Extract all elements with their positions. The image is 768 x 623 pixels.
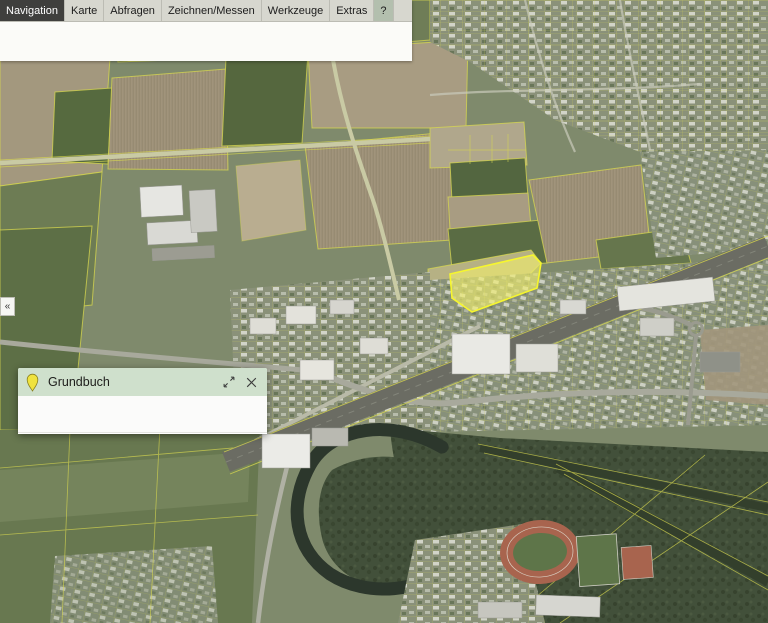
sidebar-collapse-button[interactable]: « [0, 297, 15, 316]
map-canvas[interactable] [0, 0, 768, 623]
result-pin-icon [26, 373, 39, 392]
menu-tab-karte[interactable]: Karte [65, 0, 104, 21]
gis-app: NavigationKarteAbfragenZeichnen/MessenWe… [0, 0, 768, 623]
expand-icon [222, 375, 236, 389]
panel-close-button[interactable] [244, 375, 259, 390]
map-terrain [0, 0, 768, 623]
panel-rows [18, 433, 267, 434]
menu-tab-werkzeuge[interactable]: Werkzeuge [262, 0, 330, 21]
toolbar-button-gesamter-kartenauss[interactable] [4, 25, 44, 26]
panel-expand-button[interactable] [222, 375, 236, 389]
top-bar: NavigationKarteAbfragenZeichnen/MessenWe… [0, 0, 412, 61]
menu-tab-navigation[interactable]: Navigation [0, 0, 65, 21]
menu-bar: NavigationKarteAbfragenZeichnen/MessenWe… [0, 0, 412, 22]
main-toolbar [0, 22, 412, 61]
panel-toolbar [18, 396, 267, 433]
close-icon [244, 375, 259, 390]
panel-title: Grundbuch [48, 375, 214, 389]
menu-tab-zeichnen-messen[interactable]: Zeichnen/Messen [162, 0, 262, 21]
grundbuch-panel: Grundbuch [18, 368, 267, 434]
menu-tab-abfragen[interactable]: Abfragen [104, 0, 162, 21]
menu-tab-extras[interactable]: Extras [330, 0, 374, 21]
menu-tab-x[interactable]: ? [374, 0, 393, 21]
panel-header[interactable]: Grundbuch [18, 368, 267, 396]
